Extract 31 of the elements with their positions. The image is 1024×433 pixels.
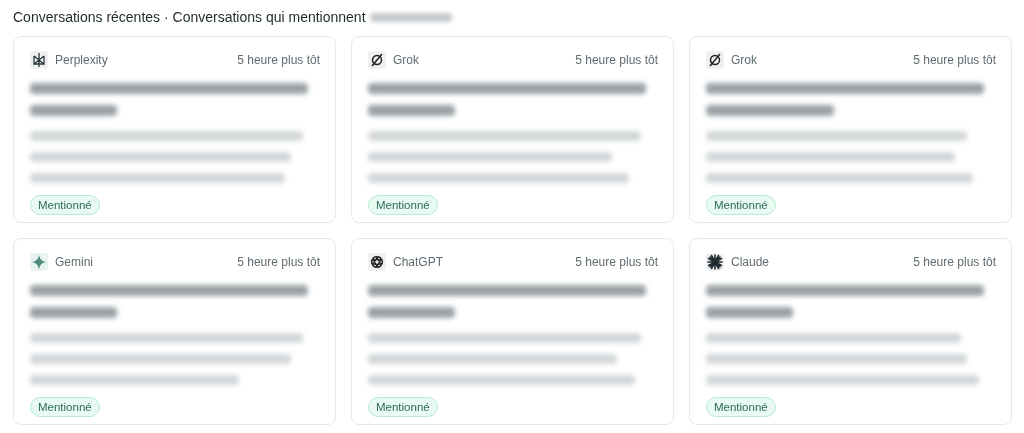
model-name: Gemini: [55, 255, 93, 269]
mention-badge: Mentionné: [706, 195, 776, 215]
model-name: ChatGPT: [393, 255, 443, 269]
model-name: Grok: [731, 53, 757, 67]
mention-badge: Mentionné: [368, 397, 438, 417]
model-name: Claude: [731, 255, 770, 269]
slashed-circle-icon: [368, 51, 386, 69]
mention-badge: Mentionné: [368, 195, 438, 215]
sparkle-icon: [30, 253, 48, 271]
timestamp: 5 heure plus tôt: [237, 255, 320, 269]
mention-badge: Mentionné: [706, 397, 776, 417]
starburst-icon: [706, 253, 724, 271]
slashed-circle-icon: [706, 51, 724, 69]
conversation-card[interactable]: Perplexity 5 heure plus tôt Mentionné: [13, 36, 336, 223]
section-heading: Conversations récentes · Conversations qui mentionnent: [13, 9, 366, 25]
conversation-card[interactable]: ChatGPT 5 heure plus tôt Mentionné: [351, 238, 674, 425]
lattice-icon: [30, 51, 48, 69]
timestamp: 5 heure plus tôt: [913, 53, 996, 67]
conversation-card[interactable]: Gemini 5 heure plus tôt Mentionné: [13, 238, 336, 425]
mention-badge: Mentionné: [30, 397, 100, 417]
timestamp: 5 heure plus tôt: [575, 53, 658, 67]
conversation-card[interactable]: Grok 5 heure plus tôt Mentionné: [689, 36, 1012, 223]
model-name: Grok: [393, 53, 419, 67]
model-name: Perplexity: [55, 53, 108, 67]
knot-icon: [368, 253, 386, 271]
timestamp: 5 heure plus tôt: [913, 255, 996, 269]
timestamp: 5 heure plus tôt: [237, 53, 320, 67]
mention-badge: Mentionné: [30, 195, 100, 215]
timestamp: 5 heure plus tôt: [575, 255, 658, 269]
conversation-card[interactable]: Grok 5 heure plus tôt Mentionné: [351, 36, 674, 223]
conversation-card[interactable]: Claude 5 heure plus tôt Mentionné: [689, 238, 1012, 425]
